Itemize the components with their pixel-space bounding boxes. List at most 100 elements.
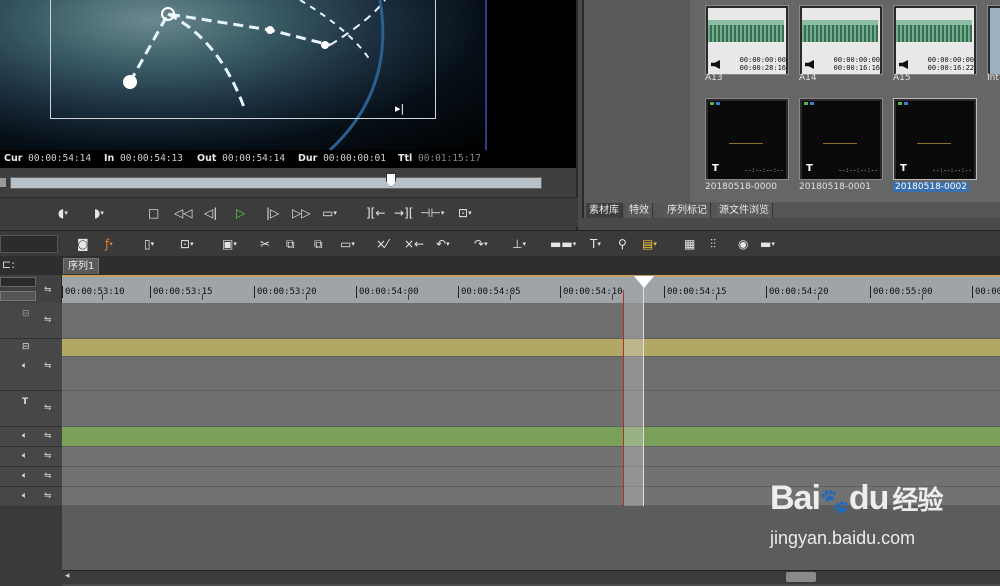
speaker-icon[interactable]: 🔈︎ [22, 431, 27, 441]
speaker-icon[interactable]: 🔈︎ [22, 471, 27, 481]
sync-icon[interactable]: ⇋ [44, 315, 52, 325]
bin-clip-a14[interactable]: 00:00:00:00 00:00:16:16 [799, 5, 883, 75]
video-clip[interactable] [62, 339, 1000, 357]
sync-icon[interactable]: ⇋ [44, 491, 52, 501]
copy-icon[interactable]: ⧉ [286, 236, 295, 252]
track-header-va: ⊟ 🔈︎ ⇋ [0, 339, 62, 391]
audio-track-va[interactable] [62, 357, 1000, 391]
speaker-icon[interactable]: 🔈︎ [22, 361, 27, 371]
speaker-icon[interactable]: 🔈︎ [22, 451, 27, 461]
track-header-v1: ⊟ ⇋ [0, 303, 62, 339]
layout-icon[interactable]: ▬▾ [760, 236, 775, 252]
insert-icon[interactable]: ][← [366, 205, 385, 221]
overwrite-icon[interactable]: →][ [394, 205, 413, 221]
ruler-tick: 00:00:54:05 [458, 286, 521, 298]
speaker-icon[interactable]: 🔈︎ [22, 491, 27, 501]
save-icon[interactable]: ▣▾ [222, 236, 237, 252]
tab-asset-library[interactable]: 素材库 [586, 203, 623, 218]
redo-icon[interactable]: ↷▾ [474, 236, 488, 252]
export-icon[interactable]: ⊡▾ [458, 205, 472, 221]
loop-icon[interactable]: ▭▾ [322, 205, 337, 221]
sync-icon[interactable]: ⇋ [44, 431, 52, 441]
timecode-in: In 00:00:54:13 [104, 153, 183, 164]
new-icon[interactable]: ▯▾ [144, 236, 154, 252]
sync-icon[interactable]: ⇋ [44, 451, 52, 461]
bin-clip-title-0002[interactable]: ━━━━━━━━━━━━━━ T --:--:--:-- [893, 98, 977, 180]
video-track-1[interactable] [62, 303, 1000, 339]
header-filler [0, 507, 62, 586]
timeline-ruler[interactable]: 00:00:53:10 00:00:53:15 00:00:53:20 00:0… [62, 275, 1000, 303]
set-out-icon[interactable]: ◗▾ [94, 205, 104, 221]
marker-icon[interactable]: ⊥▾ [512, 236, 526, 252]
grid-icon[interactable]: ▦ [684, 236, 695, 252]
playhead-line[interactable] [643, 276, 644, 506]
rewind-icon[interactable]: ◁◁ [174, 205, 192, 221]
step-back-icon[interactable]: ◁| [204, 205, 217, 221]
bin-clip-title-0001[interactable]: ━━━━━━━━━━━━━━ T --:--:--:-- [799, 98, 883, 180]
video-preview: ▸| [0, 0, 487, 150]
video-track-icon[interactable]: ⊟ [22, 342, 30, 352]
next-frame-icon[interactable]: ▸| [395, 102, 404, 115]
ruler-tick: 00:00:53:10 [62, 286, 125, 298]
audio-track-2[interactable] [62, 447, 1000, 467]
cut-icon[interactable]: ✂ [260, 236, 270, 252]
header-field[interactable] [0, 277, 36, 287]
sync-icon[interactable]: ⇋ [44, 361, 52, 371]
ruler-tick: 00:00 [972, 286, 1000, 298]
timecode-out: Out 00:00:54:14 [197, 153, 286, 164]
preview-panel: ▸| Cur 00:00:54:14 In 00:00:54:13 Out 00… [0, 0, 578, 232]
audio-clip[interactable] [62, 427, 1000, 447]
sync-icon[interactable]: ⇋ [44, 403, 52, 413]
link-icon[interactable]: ▬▬▾ [550, 236, 576, 252]
clip-label: A13 [705, 73, 723, 83]
snapshot-icon[interactable]: ◙ [77, 236, 89, 252]
set-in-icon[interactable]: ◖▾ [58, 205, 68, 221]
tab-sequence-1[interactable]: 序列1 [63, 258, 100, 274]
bin-clip-a15[interactable]: 00:00:00:00 00:00:16:22 [893, 5, 977, 75]
ruler-tick: 00:00:55:00 [870, 286, 933, 298]
sync-icon[interactable]: ⇋ [44, 285, 52, 295]
header-field-2[interactable] [0, 291, 36, 301]
bin-clip-title-0000[interactable]: ━━━━━━━━━━━━━━ T --:--:--:-- [705, 98, 789, 180]
sync-icon[interactable]: ⇋ [44, 471, 52, 481]
timecode-total: Ttl 00:01:15:17 [398, 153, 481, 164]
ripple-delete-icon[interactable]: ×← [404, 236, 424, 252]
play-icon[interactable]: ▷ [236, 205, 245, 221]
tab-source-browser[interactable]: 源文件浏览 [716, 203, 773, 218]
effect-icon[interactable]: ƒ▾ [105, 236, 113, 252]
render-icon[interactable]: ▤▾ [642, 236, 657, 252]
delete-icon[interactable]: ×⁄ [376, 236, 388, 252]
clip-label: Int [987, 73, 999, 83]
bin-tab-bar: 素材库 特效 序列标记 源文件浏览 [584, 203, 1000, 218]
stop-icon[interactable]: □ [148, 205, 159, 221]
timeline-toolbar: ◙ ƒ▾ ▯▾ ⊡▾ ▣▾ ✂ ⧉ ⧉ ▭▾ ×⁄ ×← ↶▾ ↷▾ ⊥▾ ▬▬… [0, 230, 1000, 256]
bin-clip-a13[interactable]: 00:00:00:00 00:00:28:16 [705, 5, 789, 75]
title-track[interactable] [62, 391, 1000, 427]
open-icon[interactable]: ⊡▾ [180, 236, 194, 252]
clip-label: A15 [893, 73, 911, 83]
timeline-menu-icon[interactable]: ⊏: [2, 258, 15, 271]
paste-icon[interactable]: ⧉ [314, 236, 323, 252]
bin-clip-partial[interactable] [987, 5, 1000, 75]
step-forward-icon[interactable]: |▷ [266, 205, 279, 221]
split-icon[interactable]: ⊣⊢▾ [420, 205, 444, 221]
tab-sequence-markers[interactable]: 序列标记 [664, 203, 711, 218]
title-track-icon[interactable]: T [22, 397, 28, 407]
microphone-icon[interactable]: ⚲ [618, 236, 627, 252]
title-icon: T [806, 163, 813, 174]
ruler-tick: 00:00:53:20 [254, 286, 317, 298]
mixer-icon[interactable]: ⫶⫶ [710, 236, 716, 252]
group-icon[interactable]: ▭▾ [340, 236, 355, 252]
clip-label: A14 [799, 73, 817, 83]
tab-effects[interactable]: 特效 [626, 203, 653, 218]
fast-forward-icon[interactable]: ▷▷ [292, 205, 310, 221]
scroll-left-icon[interactable]: ◂ [65, 571, 70, 581]
position-scrubber[interactable] [10, 177, 542, 189]
clip-label: 20180518-0000 [705, 182, 777, 192]
video-track-icon[interactable]: ⊟ [22, 309, 30, 319]
color-wheel-icon[interactable]: ◉ [738, 236, 748, 252]
preview-margin [487, 0, 576, 150]
text-title-icon[interactable]: T▾ [590, 236, 601, 252]
undo-icon[interactable]: ↶▾ [436, 236, 450, 252]
baidu-watermark: Bai🐾du 经验 jingyan.baidu.com [770, 478, 970, 578]
